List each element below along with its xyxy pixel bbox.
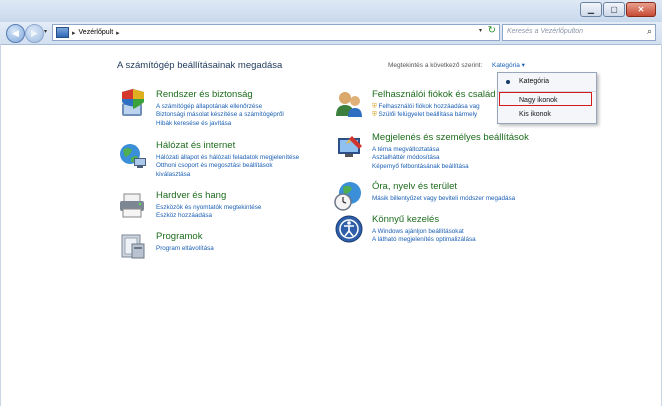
category-links: A téma megváltoztatása Asztalháttér módo… <box>372 146 469 171</box>
selected-radio-icon <box>506 80 510 84</box>
maximize-button[interactable]: ▢ <box>603 2 625 17</box>
forward-arrow-icon: ▶ <box>31 28 38 38</box>
maximize-icon: ▢ <box>610 5 618 14</box>
category-title[interactable]: Megjelenés és személyes beállítások <box>372 132 529 143</box>
address-bar[interactable]: ▸ Vezérlőpult ▸ ▾ ↻ <box>52 24 500 41</box>
search-input[interactable]: Keresés a Vezérlőpulton <box>507 28 583 35</box>
category-link[interactable]: Képernyő felbontásának beállítása <box>372 163 469 171</box>
category-link[interactable]: Eszköz hozzáadása <box>156 212 261 220</box>
appearance-icon <box>338 136 362 157</box>
category-title[interactable]: Rendszer és biztonság <box>156 89 253 100</box>
network-globe-icon <box>120 144 146 168</box>
category-links: Hálózati állapot és hálózati feladatok m… <box>156 154 299 179</box>
category-link[interactable]: Program eltávolítása <box>156 245 214 253</box>
search-box[interactable]: Keresés a Vezérlőpulton ⌕ <box>502 24 656 41</box>
category-title[interactable]: Hálózat és internet <box>156 140 235 151</box>
category-links: ⛨ Felhasználói fiókok hozzáadása vag ⛨ S… <box>372 103 480 120</box>
category-link[interactable]: ⛨ Felhasználói fiókok hozzáadása vag <box>372 103 480 111</box>
category-link-text[interactable]: Felhasználói fiókok hozzáadása vag <box>378 103 479 110</box>
category-link[interactable]: A Windows ajánljon beállításokat <box>372 228 476 236</box>
view-by-dropdown[interactable]: Kategória ▾ <box>492 61 525 69</box>
close-button[interactable]: ✕ <box>626 2 656 17</box>
menu-item-label: Kategória <box>519 78 549 85</box>
users-icon <box>336 92 362 117</box>
address-dropdown-icon[interactable]: ▾ <box>479 27 482 34</box>
window-controls: ▁ ▢ ✕ <box>579 2 656 17</box>
menu-item-label: Kis ikonok <box>519 111 551 118</box>
clock-globe-icon <box>334 182 361 211</box>
printer-icon <box>120 193 144 218</box>
category-link[interactable]: Otthoni csoport és megosztási beállításo… <box>156 162 299 170</box>
category-link[interactable]: Hálózati állapot és hálózati feladatok m… <box>156 154 299 162</box>
shield-computer-icon <box>122 89 144 116</box>
control-panel-window: ▁ ▢ ✕ ◀ ▶ ▾ ▸ Vezérlőpult ▸ ▾ ↻ Keresés … <box>0 0 662 406</box>
category-links: A Windows ajánljon beállításokat A látha… <box>372 228 476 245</box>
view-by-label: Megtekintés a következő szerint: <box>388 62 483 69</box>
highlight-annotation-box <box>499 92 592 106</box>
category-link[interactable]: A számítógép állapotának ellenőrzése <box>156 103 284 111</box>
minimize-button[interactable]: ▁ <box>580 2 602 17</box>
breadcrumb-location[interactable]: Vezérlőpult <box>79 29 114 36</box>
uac-shield-icon: ⛨ <box>372 103 377 110</box>
category-link[interactable]: Eszközök és nyomtatók megtekintése <box>156 204 261 212</box>
category-link[interactable]: Biztonsági másolat készítése a számítógé… <box>156 111 284 119</box>
navigation-bar: ◀ ▶ ▾ ▸ Vezérlőpult ▸ ▾ ↻ Keresés a Vezé… <box>0 22 662 45</box>
category-link[interactable]: A látható megjelenítés optimalizálása <box>372 236 476 244</box>
search-icon[interactable]: ⌕ <box>647 26 652 37</box>
breadcrumb-separator-icon[interactable]: ▸ <box>72 29 76 37</box>
uac-shield-icon: ⛨ <box>372 111 377 119</box>
category-link[interactable]: Asztalháttér módosítása <box>372 154 469 162</box>
category-links: Eszközök és nyomtatók megtekintése Eszkö… <box>156 204 261 221</box>
category-links: Program eltávolítása <box>156 245 214 253</box>
window-border-left <box>0 44 1 406</box>
programs-icon <box>121 234 145 259</box>
control-panel-icon <box>56 27 69 38</box>
category-link[interactable]: ⛨ Szülői felügyelet beállítása bármely <box>372 111 480 119</box>
menu-item-small-icons[interactable]: Kis ikonok <box>498 108 596 122</box>
refresh-icon[interactable]: ↻ <box>488 25 496 36</box>
minimize-icon: ▁ <box>587 5 595 14</box>
category-link-text[interactable]: Szülői felügyelet beállítása bármely <box>378 111 477 118</box>
recent-pages-dropdown[interactable]: ▾ <box>44 28 47 35</box>
back-arrow-icon: ◀ <box>12 28 19 38</box>
page-title: A számítógép beállításainak megadása <box>117 60 283 71</box>
title-bar: ▁ ▢ ✕ <box>0 0 662 22</box>
back-button[interactable]: ◀ <box>6 24 25 43</box>
category-link[interactable]: Hibák keresése és javítása <box>156 120 284 128</box>
ease-of-access-icon <box>335 215 363 243</box>
category-link[interactable]: A téma megváltoztatása <box>372 146 469 154</box>
category-title[interactable]: Könnyű kezelés <box>372 214 439 225</box>
category-title[interactable]: Hardver és hang <box>156 190 226 201</box>
category-link[interactable]: Másik billentyűzet vagy beviteli módszer… <box>372 195 515 203</box>
category-title[interactable]: Felhasználói fiókok és család <box>372 89 496 100</box>
category-title[interactable]: Programok <box>156 231 202 242</box>
forward-button[interactable]: ▶ <box>25 24 44 43</box>
close-icon: ✕ <box>637 5 645 14</box>
category-links: Másik billentyűzet vagy beviteli módszer… <box>372 195 515 203</box>
menu-item-category[interactable]: Kategória <box>498 75 596 89</box>
category-links: A számítógép állapotának ellenőrzése Biz… <box>156 103 284 128</box>
category-title[interactable]: Óra, nyelv és terület <box>372 181 457 192</box>
category-link[interactable]: kiválasztása <box>156 171 299 179</box>
breadcrumb-separator-icon[interactable]: ▸ <box>116 29 120 37</box>
